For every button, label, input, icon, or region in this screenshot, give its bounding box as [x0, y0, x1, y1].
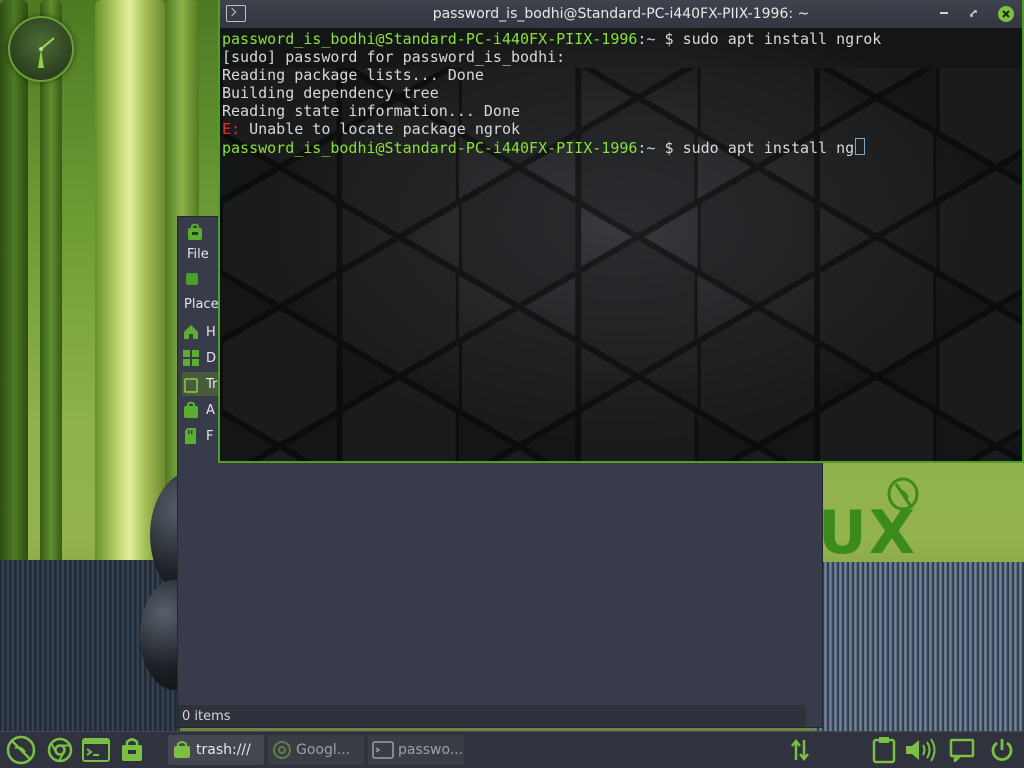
- power-button[interactable]: [988, 736, 1016, 764]
- menu-file[interactable]: File: [187, 247, 209, 262]
- sidebar-item-label: H: [206, 324, 216, 340]
- power-icon: [991, 739, 1013, 761]
- terminal-launcher[interactable]: [82, 736, 110, 764]
- folder-bag-icon: [174, 741, 190, 758]
- filesystem-icon: [185, 428, 196, 444]
- desktop-grid-icon: [183, 350, 199, 366]
- chat-bubble-icon: [949, 738, 975, 762]
- sidebar-item-label: F: [206, 428, 214, 444]
- app-menu-button[interactable]: [4, 733, 38, 767]
- back-button[interactable]: [186, 273, 198, 285]
- terminal-line: Reading state information... Done: [222, 102, 521, 120]
- task-label: passwo...: [398, 742, 464, 758]
- task-label: trash:///: [196, 742, 251, 758]
- chrome-icon: [47, 737, 73, 763]
- volume-control[interactable]: [904, 736, 940, 764]
- bodhi-leaf-logo-icon: [887, 477, 919, 511]
- shopping-bag-icon: [188, 223, 202, 240]
- chrome-launcher[interactable]: [46, 736, 74, 764]
- places-label: Place: [184, 297, 219, 312]
- task-terminal[interactable]: passwo...: [368, 735, 464, 765]
- sidebar-item-label: D: [206, 350, 217, 366]
- notifications-applet[interactable]: [948, 736, 976, 764]
- shopping-bag-icon: [122, 738, 142, 761]
- terminal-output[interactable]: password_is_bodhi@Standard-PC-i440FX-PII…: [220, 28, 1022, 461]
- clipboard-applet[interactable]: [870, 736, 898, 764]
- terminal-text: password_is_bodhi@Standard-PC-i440FX-PII…: [222, 30, 881, 157]
- terminal-icon: [82, 738, 110, 762]
- close-button[interactable]: [998, 6, 1014, 22]
- sidebar-item-label: Tr: [206, 376, 218, 392]
- terminal-icon: [372, 741, 394, 759]
- bodhi-leaf-menu-icon: [6, 735, 36, 765]
- chrome-icon: [273, 741, 291, 759]
- terminal-line: password_is_bodhi@Standard-PC-i440FX-PII…: [222, 138, 881, 157]
- terminal-line: [sudo] password for password_is_bodhi:: [222, 48, 566, 66]
- speaker-volume-icon: [906, 738, 936, 762]
- clock-widget: [8, 16, 74, 82]
- terminal-titlebar[interactable]: password_is_bodhi@Standard-PC-i440FX-PII…: [220, 0, 1022, 28]
- maximize-button[interactable]: [966, 6, 982, 22]
- network-activity-indicator[interactable]: [786, 736, 814, 764]
- clock-face-icon: [38, 37, 55, 68]
- sidebar-item-trash[interactable]: Tr: [182, 372, 223, 396]
- home-folder-icon: [184, 325, 198, 339]
- terminal-line: Reading package lists... Done: [222, 66, 484, 84]
- up-down-arrows-icon: [791, 738, 809, 762]
- text-cursor: [855, 138, 866, 155]
- terminal-window[interactable]: password_is_bodhi@Standard-PC-i440FX-PII…: [218, 0, 1024, 463]
- task-chrome[interactable]: Googl...: [268, 735, 364, 765]
- taskbar: trash:/// Googl... passwo...: [0, 731, 1024, 768]
- maximize-icon: [970, 10, 977, 17]
- terminal-input[interactable]: $ sudo apt install ng: [665, 139, 855, 157]
- minimize-button[interactable]: [936, 6, 952, 22]
- item-count: 0 items: [182, 708, 231, 724]
- sidebar-item-label: A: [206, 402, 215, 418]
- window-title: password_is_bodhi@Standard-PC-i440FX-PII…: [432, 6, 810, 22]
- minimize-icon: [940, 12, 948, 14]
- terminal-line: password_is_bodhi@Standard-PC-i440FX-PII…: [222, 30, 882, 48]
- file-manager-launcher[interactable]: [118, 736, 146, 764]
- clipboard-icon: [872, 737, 896, 764]
- task-label: Googl...: [296, 742, 351, 758]
- applications-bag-icon: [184, 401, 198, 418]
- close-icon: [1002, 10, 1010, 18]
- terminal-line: E: Unable to locate package ngrok: [222, 120, 521, 138]
- task-file-manager[interactable]: trash:///: [168, 735, 264, 765]
- trash-icon: [184, 378, 198, 393]
- status-bar: 0 items: [178, 705, 806, 727]
- terminal-line: Building dependency tree: [222, 84, 439, 102]
